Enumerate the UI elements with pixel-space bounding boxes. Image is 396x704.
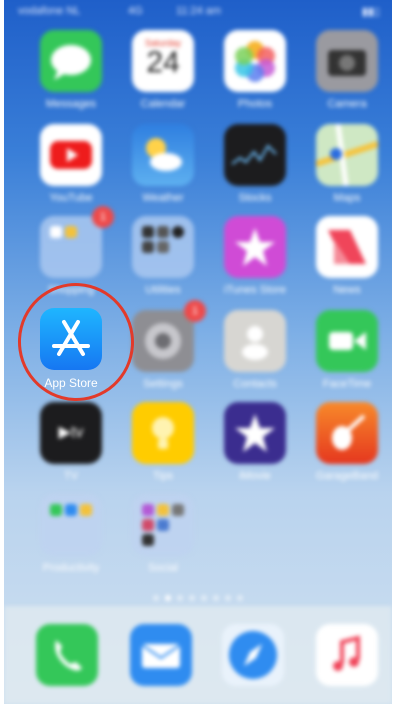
- app-label: TV: [63, 470, 79, 482]
- notification-badge: 1: [92, 206, 114, 228]
- contacts-icon: [224, 310, 286, 372]
- app-label: iMovie: [239, 470, 271, 482]
- video-camera-icon: [316, 310, 378, 372]
- page-dot: [237, 595, 243, 601]
- folder-icon: [40, 216, 102, 278]
- folder-icon: [132, 494, 194, 556]
- messages-icon: [40, 30, 102, 92]
- folder-icon: [132, 216, 194, 278]
- guitar-icon: [316, 402, 378, 464]
- app-messages[interactable]: Messages: [38, 30, 104, 110]
- tv-icon: ▶tv: [40, 402, 102, 464]
- app-label: Weather: [142, 192, 184, 204]
- news-icon: [316, 216, 378, 278]
- tv-logo: ▶tv: [58, 424, 84, 441]
- app-folder-social[interactable]: Social: [130, 494, 196, 574]
- page-dot: [177, 595, 183, 601]
- highlight-circle: [10, 275, 142, 409]
- app-label: Maps: [333, 192, 361, 204]
- app-imovie[interactable]: iMovie: [222, 402, 288, 482]
- app-youtube[interactable]: YouTube: [38, 124, 104, 204]
- app-facetime[interactable]: FaceTime: [314, 310, 380, 390]
- app-folder-utilities[interactable]: Utilities: [130, 216, 196, 296]
- app-tv[interactable]: ▶tv TV: [38, 402, 104, 482]
- app-label: Stocks: [238, 192, 272, 204]
- app-label: Calendar: [140, 98, 186, 110]
- page-dot-active: [165, 595, 171, 601]
- app-label: FaceTime: [322, 378, 372, 390]
- youtube-icon: [40, 124, 102, 186]
- phone-icon: [36, 624, 98, 686]
- page-dot: [153, 595, 159, 601]
- app-calendar[interactable]: Saturday 24 Calendar: [130, 30, 196, 110]
- dock-app-mail[interactable]: [128, 624, 194, 686]
- stocks-icon: [224, 124, 286, 186]
- app-label: Photos: [237, 98, 273, 110]
- star-icon: [224, 216, 286, 278]
- app-photos[interactable]: Photos: [222, 30, 288, 110]
- app-camera[interactable]: Camera: [314, 30, 380, 110]
- maps-icon: [316, 124, 378, 186]
- page-dot: [213, 595, 219, 601]
- compass-icon: [222, 624, 284, 686]
- app-label: Messages: [45, 98, 97, 110]
- page-indicator[interactable]: [4, 588, 392, 606]
- app-label: News: [333, 284, 361, 296]
- notification-badge: 1: [184, 300, 206, 322]
- app-settings[interactable]: Settings: [130, 310, 196, 390]
- dock-app-phone[interactable]: [34, 624, 100, 686]
- status-bar: vodafone NL 4G 11:24 am ▮▮▯: [4, 0, 392, 22]
- lightbulb-icon: [132, 402, 194, 464]
- music-note-icon: [316, 624, 378, 686]
- carrier-text: vodafone NL: [18, 5, 81, 17]
- app-itunes-store[interactable]: iTunes Store: [222, 216, 288, 296]
- app-label: Utilities: [145, 284, 181, 296]
- app-news[interactable]: News: [314, 216, 380, 296]
- app-weather[interactable]: Weather: [130, 124, 196, 204]
- battery-icon: ▮▮▯: [361, 6, 380, 18]
- camera-icon: [316, 30, 378, 92]
- app-garageband[interactable]: GarageBand: [314, 402, 380, 482]
- app-tips[interactable]: Tips: [130, 402, 196, 482]
- app-label: GarageBand: [315, 470, 379, 482]
- app-label: Camera: [327, 98, 367, 110]
- photos-icon: [224, 30, 286, 92]
- page-dot: [201, 595, 207, 601]
- app-contacts[interactable]: Contacts: [222, 310, 288, 390]
- app-label: Tips: [152, 470, 174, 482]
- star-icon: [224, 402, 286, 464]
- dock: [4, 606, 392, 704]
- page-dot: [189, 595, 195, 601]
- weather-icon: [132, 124, 194, 186]
- mail-icon: [130, 624, 192, 686]
- folder-icon: [40, 494, 102, 556]
- app-label: Settings: [143, 378, 183, 390]
- app-label: iTunes Store: [224, 284, 286, 296]
- app-maps[interactable]: Maps: [314, 124, 380, 204]
- home-screen: vodafone NL 4G 11:24 am ▮▮▯ Messages Sat…: [4, 0, 392, 704]
- app-label: Productivity: [42, 562, 100, 574]
- gear-icon: [132, 310, 194, 372]
- calendar-icon: Saturday 24: [132, 30, 194, 92]
- app-folder-productivity[interactable]: Productivity: [38, 494, 104, 574]
- app-label: YouTube: [49, 192, 93, 204]
- dock-app-music[interactable]: [314, 624, 380, 686]
- dock-app-safari[interactable]: [220, 624, 286, 686]
- app-label: Social: [148, 562, 178, 574]
- app-label: Contacts: [233, 378, 277, 390]
- time-text: 11:24 am: [176, 5, 222, 17]
- app-stocks[interactable]: Stocks: [222, 124, 288, 204]
- page-dot: [225, 595, 231, 601]
- calendar-date: 24: [146, 46, 180, 79]
- network-text: 4G: [128, 5, 143, 17]
